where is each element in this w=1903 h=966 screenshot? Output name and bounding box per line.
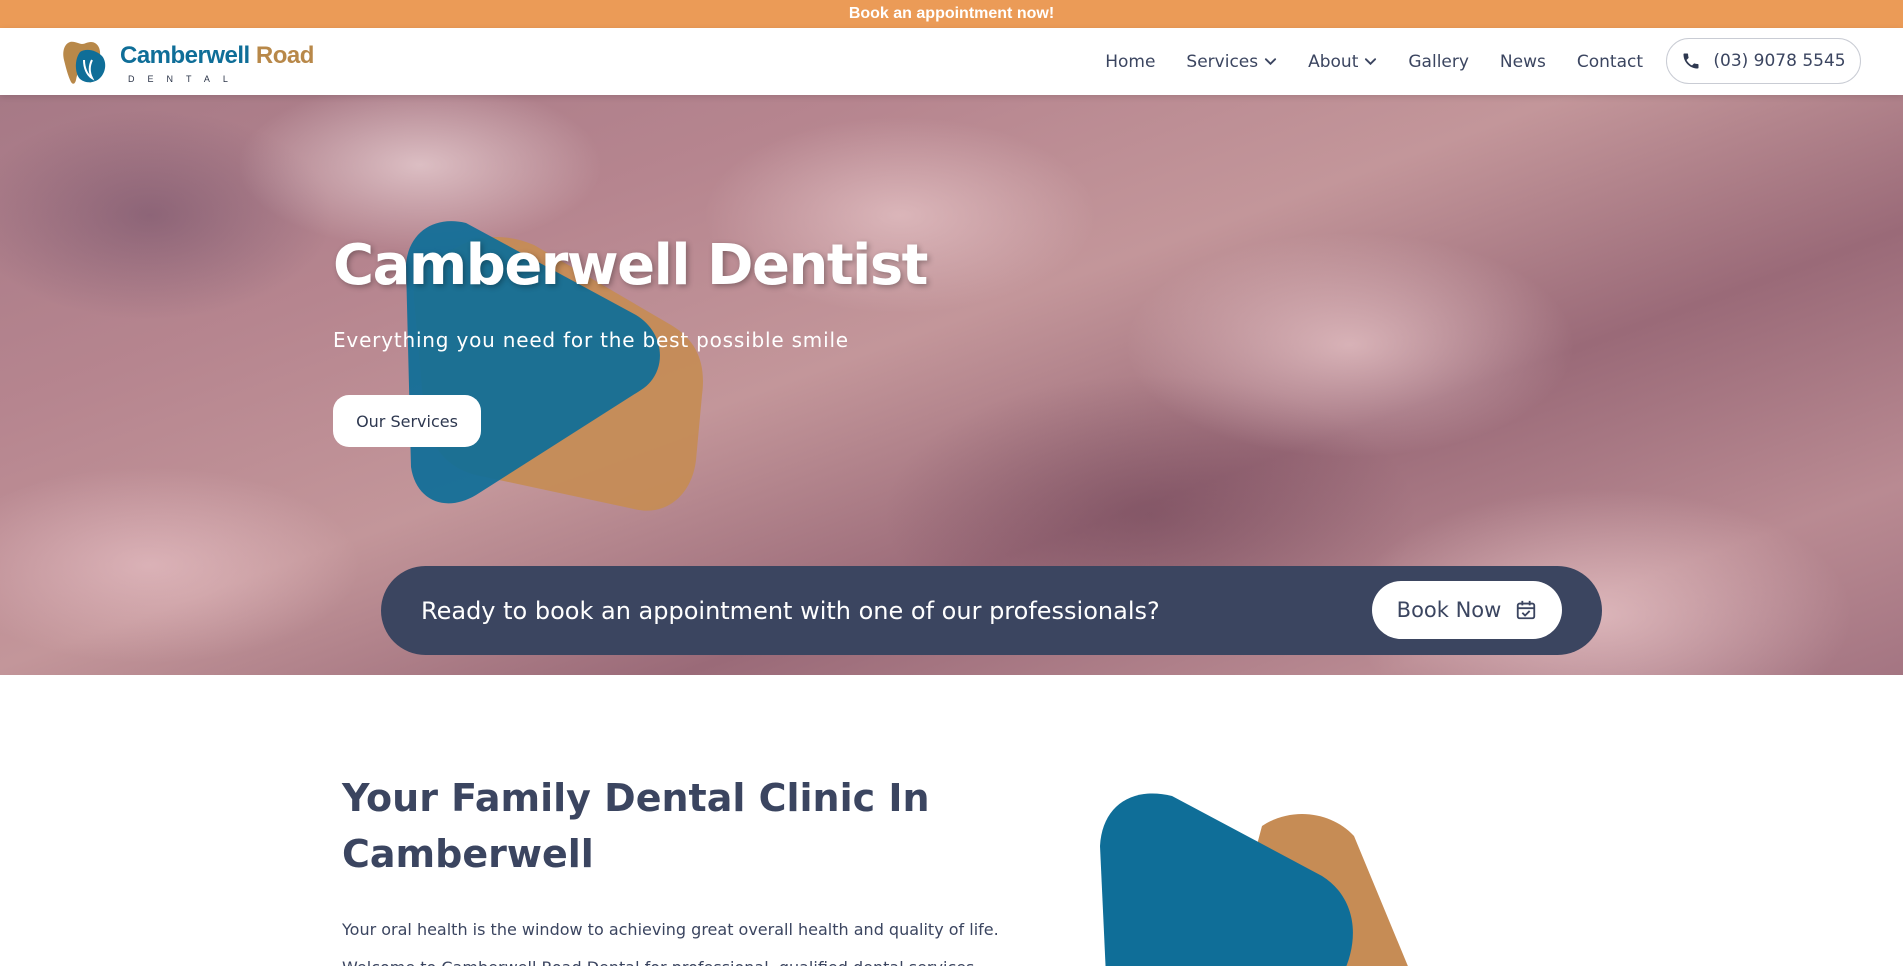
nav-item-news[interactable]: News: [1500, 52, 1546, 72]
announcement-bar[interactable]: Book an appointment now!: [0, 0, 1903, 28]
brand-name-part1: Camberwell: [120, 42, 250, 69]
hero-title: Camberwell Dentist: [333, 233, 928, 298]
intro-paragraph: Your oral health is the window to achiev…: [342, 920, 999, 939]
hero-section: Camberwell Dentist Everything you need f…: [0, 95, 1903, 675]
nav-item-home[interactable]: Home: [1105, 52, 1155, 72]
nav-item-services[interactable]: Services: [1186, 52, 1277, 72]
nav-item-gallery[interactable]: Gallery: [1408, 52, 1469, 72]
book-now-button[interactable]: Book Now: [1372, 581, 1562, 639]
brand-subtitle: DENTAL: [128, 74, 241, 84]
our-services-button[interactable]: Our Services: [333, 395, 481, 447]
nav-item-about[interactable]: About: [1308, 52, 1377, 72]
welcome-paragraph: Welcome to Camberwell Road Dental for pr…: [342, 958, 979, 966]
phone-button[interactable]: (03) 9078 5545: [1666, 38, 1861, 84]
tooth-logo-icon: [63, 41, 106, 84]
main-nav: Home Services About Gallery News Contact: [1105, 28, 1643, 95]
decorative-triangles: [1100, 793, 1408, 966]
nav-label: Gallery: [1408, 51, 1469, 72]
booking-bar: Ready to book an appointment with one of…: [381, 566, 1602, 655]
chevron-down-icon: [1265, 58, 1277, 66]
chevron-down-icon: [1365, 58, 1377, 66]
site-header: Camberwell Road DENTAL Home Services Abo…: [0, 28, 1903, 95]
nav-label: Services: [1186, 51, 1259, 72]
calendar-check-icon: [1517, 600, 1536, 620]
nav-item-contact[interactable]: Contact: [1577, 52, 1643, 72]
nav-label: Home: [1105, 51, 1156, 72]
nav-label: About: [1308, 51, 1359, 72]
site-logo[interactable]: Camberwell Road DENTAL: [62, 36, 332, 88]
announcement-text[interactable]: Book an appointment now!: [849, 5, 1054, 23]
phone-number: (03) 9078 5545: [1713, 51, 1846, 71]
brand-name: Camberwell Road: [120, 42, 314, 70]
nav-label: News: [1499, 51, 1546, 72]
booking-prompt: Ready to book an appointment with one of…: [421, 596, 1160, 625]
phone-icon: [1683, 53, 1699, 69]
nav-label: Contact: [1576, 51, 1643, 72]
book-now-label: Book Now: [1396, 598, 1502, 622]
brand-name-part2: Road: [255, 42, 315, 69]
hero-subtitle: Everything you need for the best possibl…: [333, 328, 849, 352]
section-title: Your Family Dental Clinic In Camberwell: [342, 776, 930, 876]
